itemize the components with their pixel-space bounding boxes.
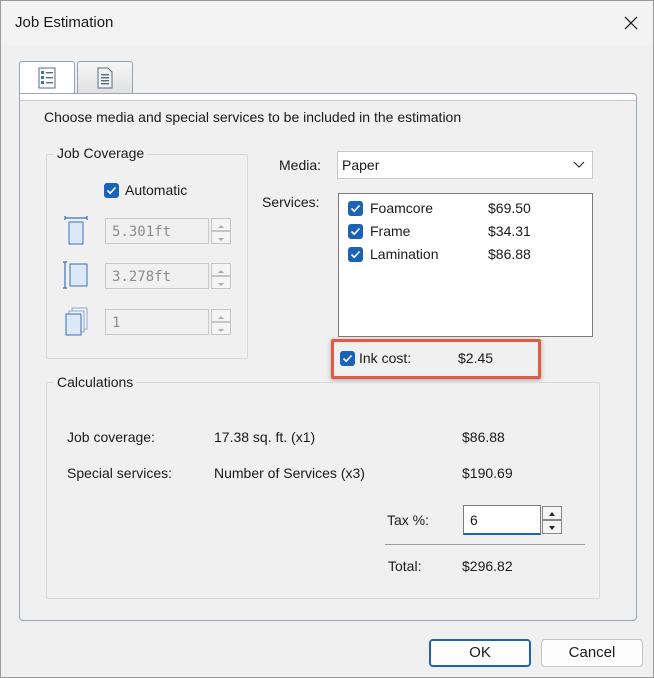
automatic-label: Automatic: [125, 182, 188, 198]
ink-cost-checkbox[interactable]: [340, 351, 355, 366]
height-spinner: [211, 263, 231, 289]
service-item-frame[interactable]: Frame $34.31: [339, 221, 592, 243]
ok-button[interactable]: OK: [429, 639, 531, 667]
width-input[interactable]: 5.301ft: [105, 218, 209, 244]
special-services-detail: Number of Services (x3): [214, 465, 365, 481]
checkmark-icon: [350, 204, 361, 213]
tax-spinner: [542, 506, 562, 534]
checkmark-icon: [350, 250, 361, 259]
arrow-down-icon: [218, 238, 224, 241]
tax-label: Tax %:: [387, 512, 430, 528]
total-label: Total:: [388, 558, 422, 574]
copies-spin-up[interactable]: [211, 309, 231, 322]
width-icon: [64, 216, 88, 245]
tax-spin-up[interactable]: [542, 506, 562, 520]
width-spin-down[interactable]: [211, 231, 231, 244]
frame-checkbox[interactable]: [348, 224, 363, 239]
copies-icon: [65, 307, 88, 336]
width-spin-up[interactable]: [211, 218, 231, 231]
checklist-icon: [38, 67, 56, 89]
service-price: $86.88: [488, 246, 531, 262]
media-dropdown[interactable]: Paper: [337, 151, 593, 179]
job-coverage-calc-amount: $86.88: [462, 429, 505, 445]
cancel-button[interactable]: Cancel: [541, 639, 643, 667]
title-bar: Job Estimation: [1, 1, 653, 45]
tax-spin-down[interactable]: [542, 520, 562, 534]
total-divider: [385, 544, 585, 545]
checkmark-icon: [350, 227, 361, 236]
tab-estimation[interactable]: [19, 61, 75, 95]
window-title: Job Estimation: [15, 14, 114, 31]
calculations-group: [46, 382, 600, 599]
lamination-checkbox[interactable]: [348, 247, 363, 262]
copies-spin-down[interactable]: [211, 322, 231, 335]
total-value: $296.82: [462, 558, 513, 574]
services-list[interactable]: Foamcore $69.50 Frame $34.31 Lamination …: [338, 193, 593, 337]
media-selected-value: Paper: [342, 157, 380, 173]
checkmark-icon: [106, 186, 117, 195]
arrow-down-icon: [218, 283, 224, 286]
automatic-checkbox[interactable]: [104, 183, 119, 198]
tab-panel-header: [20, 94, 636, 101]
media-label: Media:: [279, 157, 322, 173]
tab-details[interactable]: [77, 61, 133, 94]
tax-input[interactable]: 6: [463, 505, 541, 535]
special-services-label: Special services:: [67, 465, 173, 481]
copies-spinner: [211, 309, 231, 335]
arrow-down-icon: [218, 329, 224, 332]
width-spinner: [211, 218, 231, 244]
job-coverage-calc-label: Job coverage:: [67, 429, 155, 445]
foamcore-checkbox[interactable]: [348, 201, 363, 216]
ink-cost-value: $2.45: [458, 350, 494, 366]
instruction-text: Choose media and special services to be …: [44, 109, 462, 125]
calculations-label: Calculations: [54, 374, 137, 390]
job-estimation-dialog: Job Estimation Choose media and special …: [0, 0, 654, 678]
service-price: $69.50: [488, 200, 531, 216]
copies-input[interactable]: 1: [105, 309, 209, 335]
ink-cost-label: Ink cost:: [359, 350, 412, 366]
arrow-down-icon: [549, 526, 555, 530]
services-label: Services:: [262, 194, 320, 210]
service-name: Lamination: [370, 246, 439, 262]
chevron-down-icon: [573, 161, 585, 168]
arrow-up-icon: [549, 512, 555, 516]
service-name: Frame: [370, 223, 411, 239]
job-coverage-calc-detail: 17.38 sq. ft. (x1): [214, 429, 316, 445]
service-item-lamination[interactable]: Lamination $86.88: [339, 244, 592, 266]
close-button[interactable]: [611, 3, 651, 43]
close-icon: [624, 16, 638, 30]
height-input[interactable]: 3.278ft: [105, 263, 209, 289]
special-services-amount: $190.69: [462, 465, 513, 481]
job-coverage-label: Job Coverage: [54, 145, 148, 161]
height-spin-down[interactable]: [211, 276, 231, 289]
height-spin-up[interactable]: [211, 263, 231, 276]
service-price: $34.31: [488, 223, 531, 239]
height-icon: [63, 261, 88, 289]
service-name: Foamcore: [370, 200, 434, 216]
checkmark-icon: [342, 354, 353, 363]
document-icon: [97, 67, 113, 89]
service-item-foamcore[interactable]: Foamcore $69.50: [339, 198, 592, 220]
